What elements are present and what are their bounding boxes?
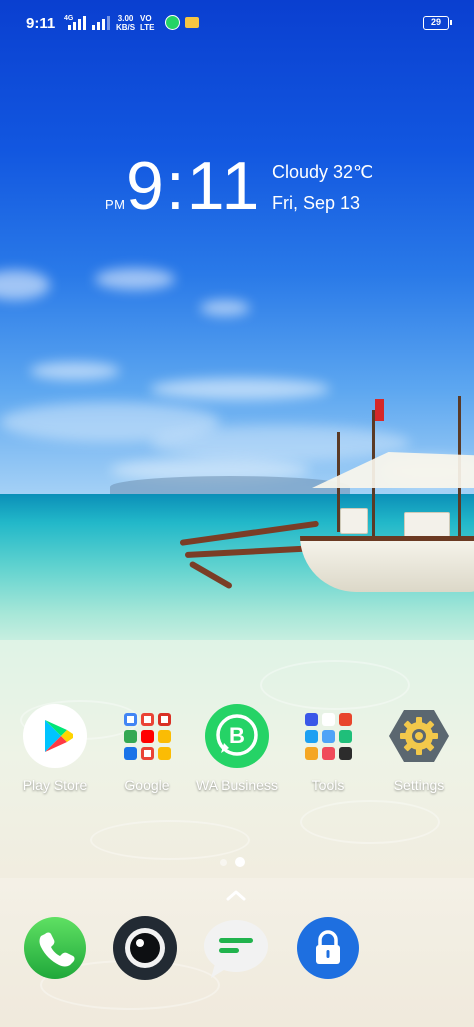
battery-level: 29 (430, 17, 441, 27)
lock-icon (297, 917, 359, 979)
dock-camera[interactable] (113, 916, 177, 980)
app-play-store[interactable]: Play Store (8, 704, 102, 793)
clock-ampm: PM (105, 197, 126, 212)
page-dot-active (235, 857, 245, 867)
sim-icon (185, 17, 199, 28)
play-store-icon (23, 704, 87, 768)
app-label: Tools (311, 777, 345, 793)
svg-text:B: B (229, 723, 245, 748)
signal-icon (92, 16, 110, 30)
network-speed: 3.00 KB/S (116, 14, 136, 32)
app-google-folder[interactable]: Google (100, 704, 194, 793)
app-label: Play Store (22, 777, 88, 793)
ripple (90, 820, 250, 860)
messages-icon (204, 920, 268, 978)
dock-messages[interactable] (203, 916, 268, 980)
weather-text[interactable]: Cloudy 32℃ (272, 162, 373, 183)
boat-hull (300, 536, 474, 592)
gear-icon (387, 704, 451, 768)
status-time: 9:11 (26, 15, 56, 32)
ripple (300, 800, 440, 844)
date-text[interactable]: Fri, Sep 13 (272, 193, 360, 214)
camera-icon (113, 916, 177, 980)
app-settings[interactable]: Settings (372, 704, 466, 793)
folder-icon (115, 704, 179, 768)
battery-icon: 29 (423, 16, 452, 30)
cloud (150, 378, 330, 400)
chevron-up-icon[interactable] (226, 889, 246, 901)
app-tools-folder[interactable]: Tools (281, 704, 375, 793)
cloud (95, 268, 175, 290)
whatsapp-icon (165, 15, 180, 30)
app-label: WA Business (196, 777, 278, 793)
boat-seat (404, 512, 450, 538)
folder-icon (296, 704, 360, 768)
whatsapp-business-icon: B (205, 704, 269, 768)
boat-seat (340, 508, 368, 534)
page-dot (220, 858, 227, 866)
cloud (150, 425, 410, 461)
phone-icon (24, 917, 86, 979)
app-label: Google (124, 777, 170, 793)
boat-flag (375, 399, 384, 421)
status-bar: 9:11 4G 3.00 KB/S VO LTE 29 (0, 0, 474, 44)
app-wa-business[interactable]: B WA Business (190, 704, 284, 793)
cloud (30, 362, 120, 380)
dock-lock[interactable] (296, 916, 360, 980)
ripple (260, 660, 410, 710)
app-label: Settings (393, 777, 445, 793)
dock-phone[interactable] (23, 916, 87, 980)
clock-time[interactable]: 9:11 (126, 148, 261, 224)
cloud (200, 300, 250, 316)
volte-indicator: VO LTE (140, 14, 155, 32)
page-indicator (220, 857, 245, 867)
signal-icon (68, 16, 86, 30)
